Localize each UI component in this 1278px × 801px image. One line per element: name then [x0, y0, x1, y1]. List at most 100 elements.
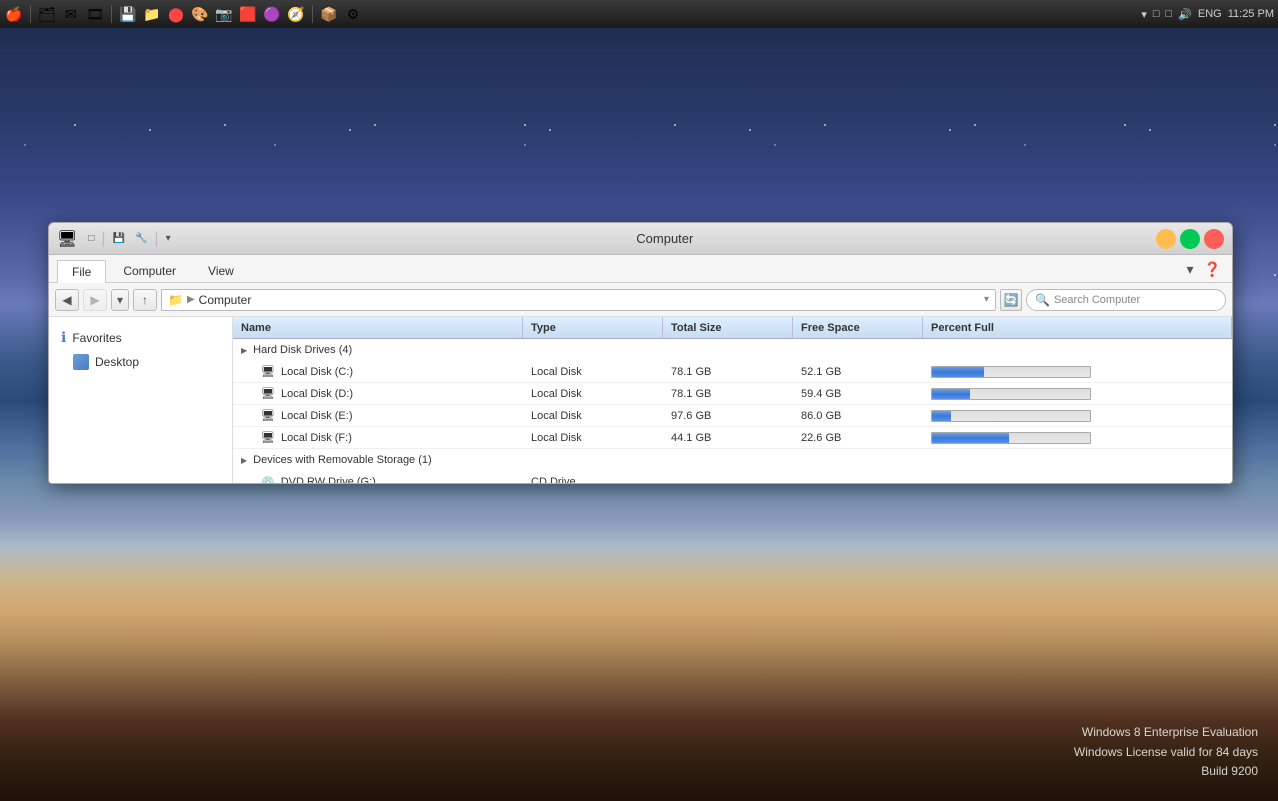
col-percent[interactable]: Percent Full: [923, 317, 1232, 338]
drive-f-progress-bar: [931, 432, 1091, 444]
forward-button[interactable]: ▶: [83, 289, 107, 311]
drive-f-percent: [923, 432, 1232, 444]
section-label-hdd: Hard Disk Drives (4): [253, 344, 352, 356]
opera-icon[interactable]: ⬤: [166, 4, 186, 24]
search-icon: 🔍: [1035, 293, 1050, 307]
table-row[interactable]: 🖥 Local Disk (C:) Local Disk 78.1 GB 52.…: [233, 361, 1232, 383]
camera-icon[interactable]: 📷: [214, 4, 234, 24]
sidebar: ℹ Favorites Desktop: [49, 317, 233, 483]
drive-f-type: Local Disk: [523, 432, 663, 444]
drive-g-type: CD Drive: [523, 476, 663, 483]
refresh-button[interactable]: 🔄: [1000, 289, 1022, 311]
video-icon[interactable]: 🎞: [85, 4, 105, 24]
explorer-window: 🖥 □ | 💾 🔧 | ▾ Computer File Computer Vie…: [48, 222, 1233, 484]
folder-icon[interactable]: 📁: [142, 4, 162, 24]
tab-computer[interactable]: Computer: [108, 259, 191, 282]
drive-d-icon: 🖥: [261, 387, 275, 400]
up-button[interactable]: ↑: [133, 289, 157, 311]
desktop: 🍎 🗂 ✉ 🎞 💾 📁 ⬤ 🎨 📷 🟥 🟣 🧭 📦 ⚙ ▾ □ □ 🔊 ENG …: [0, 0, 1278, 801]
quick-dropdown-btn[interactable]: ▾: [163, 232, 174, 245]
taskbar: 🍎 🗂 ✉ 🎞 💾 📁 ⬤ 🎨 📷 🟥 🟣 🧭 📦 ⚙ ▾ □ □ 🔊 ENG …: [0, 0, 1278, 28]
drive-f-name: 🖥 Local Disk (F:): [233, 431, 523, 444]
drive-d-name: 🖥 Local Disk (D:): [233, 387, 523, 400]
taskbar-sys2[interactable]: □: [1166, 8, 1173, 20]
quick-save-btn[interactable]: 💾: [110, 232, 128, 245]
watermark-line1: Windows 8 Enterprise Evaluation: [1074, 723, 1258, 742]
quick-access-btn[interactable]: □: [85, 232, 97, 245]
purple-icon[interactable]: 🟣: [262, 4, 282, 24]
drive-e-name: 🖥 Local Disk (E:): [233, 409, 523, 422]
drive-f-free: 22.6 GB: [793, 432, 923, 444]
ribbon-help-btn[interactable]: ❓: [1201, 261, 1224, 278]
safari-icon[interactable]: 🧭: [286, 4, 306, 24]
minimize-button[interactable]: [1156, 229, 1176, 249]
disk-icon[interactable]: 💾: [118, 4, 138, 24]
drive-c-type: Local Disk: [523, 366, 663, 378]
ribbon-collapse-btn[interactable]: ▾: [1184, 261, 1197, 278]
table-row[interactable]: 💿 DVD RW Drive (G:) CD Drive: [233, 471, 1232, 483]
address-location: Computer: [199, 293, 252, 307]
maximize-button[interactable]: [1180, 229, 1200, 249]
mail-icon[interactable]: ✉: [61, 4, 81, 24]
file-list: Name Type Total Size Free Space Percent …: [233, 317, 1232, 483]
taskbar-dropdown[interactable]: ▾: [1141, 8, 1147, 21]
table-row[interactable]: 🖥 Local Disk (E:) Local Disk 97.6 GB 86.…: [233, 405, 1232, 427]
section-label-removable: Devices with Removable Storage (1): [253, 454, 432, 466]
drive-e-type: Local Disk: [523, 410, 663, 422]
tab-view[interactable]: View: [193, 259, 249, 282]
tab-file[interactable]: File: [57, 260, 106, 283]
sidebar-item-favorites[interactable]: ℹ Favorites: [49, 325, 232, 350]
drive-d-progress-fill: [932, 389, 970, 399]
drive-d-type: Local Disk: [523, 388, 663, 400]
finder-icon[interactable]: 🗂: [37, 4, 57, 24]
section-triangle-hdd: ▶: [241, 346, 247, 355]
close-button[interactable]: [1204, 229, 1224, 249]
content-area: ℹ Favorites Desktop Name Type Total Size…: [49, 317, 1232, 483]
title-sep2: |: [154, 230, 158, 248]
drive-c-name: 🖥 Local Disk (C:): [233, 365, 523, 378]
sidebar-item-desktop[interactable]: Desktop: [49, 350, 232, 374]
col-total[interactable]: Total Size: [663, 317, 793, 338]
section-expander-hdd: ▶ Hard Disk Drives (4): [233, 342, 523, 358]
taskbar-sys1[interactable]: □: [1153, 8, 1160, 20]
back-button[interactable]: ◀: [55, 289, 79, 311]
red-icon[interactable]: 🟥: [238, 4, 258, 24]
nav-dropdown-btn[interactable]: ▾: [111, 289, 129, 311]
drive-d-total: 78.1 GB: [663, 388, 793, 400]
address-dropdown-btn[interactable]: ▾: [984, 294, 989, 305]
table-row[interactable]: 🖥 Local Disk (D:) Local Disk 78.1 GB 59.…: [233, 383, 1232, 405]
taskbar-left: 🍎 🗂 ✉ 🎞 💾 📁 ⬤ 🎨 📷 🟥 🟣 🧭 📦 ⚙: [4, 4, 363, 24]
section-hard-drives[interactable]: ▶ Hard Disk Drives (4): [233, 339, 1232, 361]
gear-icon[interactable]: ⚙: [343, 4, 363, 24]
title-sep: |: [101, 230, 105, 248]
window-controls: [1156, 229, 1224, 249]
apple-menu-icon[interactable]: 🍎: [4, 4, 24, 24]
windows-watermark: Windows 8 Enterprise Evaluation Windows …: [1074, 723, 1258, 781]
drive-d-progress-bar: [931, 388, 1091, 400]
nav-bar: ◀ ▶ ▾ ↑ 📁 ▶ Computer ▾ 🔄 🔍 Search Comput…: [49, 283, 1232, 317]
photoshop-icon[interactable]: 🎨: [190, 4, 210, 24]
col-type[interactable]: Type: [523, 317, 663, 338]
favorites-icon: ℹ: [61, 329, 66, 346]
drive-e-total: 97.6 GB: [663, 410, 793, 422]
search-placeholder: Search Computer: [1054, 294, 1140, 306]
address-bar[interactable]: 📁 ▶ Computer ▾: [161, 289, 996, 311]
drive-c-percent: [923, 366, 1232, 378]
drive-e-progress-bar: [931, 410, 1091, 422]
section-expander-removable: ▶ Devices with Removable Storage (1): [233, 452, 523, 468]
col-free[interactable]: Free Space: [793, 317, 923, 338]
package-icon[interactable]: 📦: [319, 4, 339, 24]
quick-props-btn[interactable]: 🔧: [132, 232, 150, 245]
search-box[interactable]: 🔍 Search Computer: [1026, 289, 1226, 311]
drive-f-progress-fill: [932, 433, 1009, 443]
drive-d-free: 59.4 GB: [793, 388, 923, 400]
drive-f-icon: 🖥: [261, 431, 275, 444]
section-removable[interactable]: ▶ Devices with Removable Storage (1): [233, 449, 1232, 471]
table-row[interactable]: 🖥 Local Disk (F:) Local Disk 44.1 GB 22.…: [233, 427, 1232, 449]
volume-icon[interactable]: 🔊: [1178, 8, 1192, 21]
col-name[interactable]: Name: [233, 317, 523, 338]
ribbon-tabs: File Computer View ▾ ❓: [49, 255, 1232, 283]
table-header: Name Type Total Size Free Space Percent …: [233, 317, 1232, 339]
drive-c-icon: 🖥: [261, 365, 275, 378]
clock: 11:25 PM: [1228, 8, 1274, 20]
